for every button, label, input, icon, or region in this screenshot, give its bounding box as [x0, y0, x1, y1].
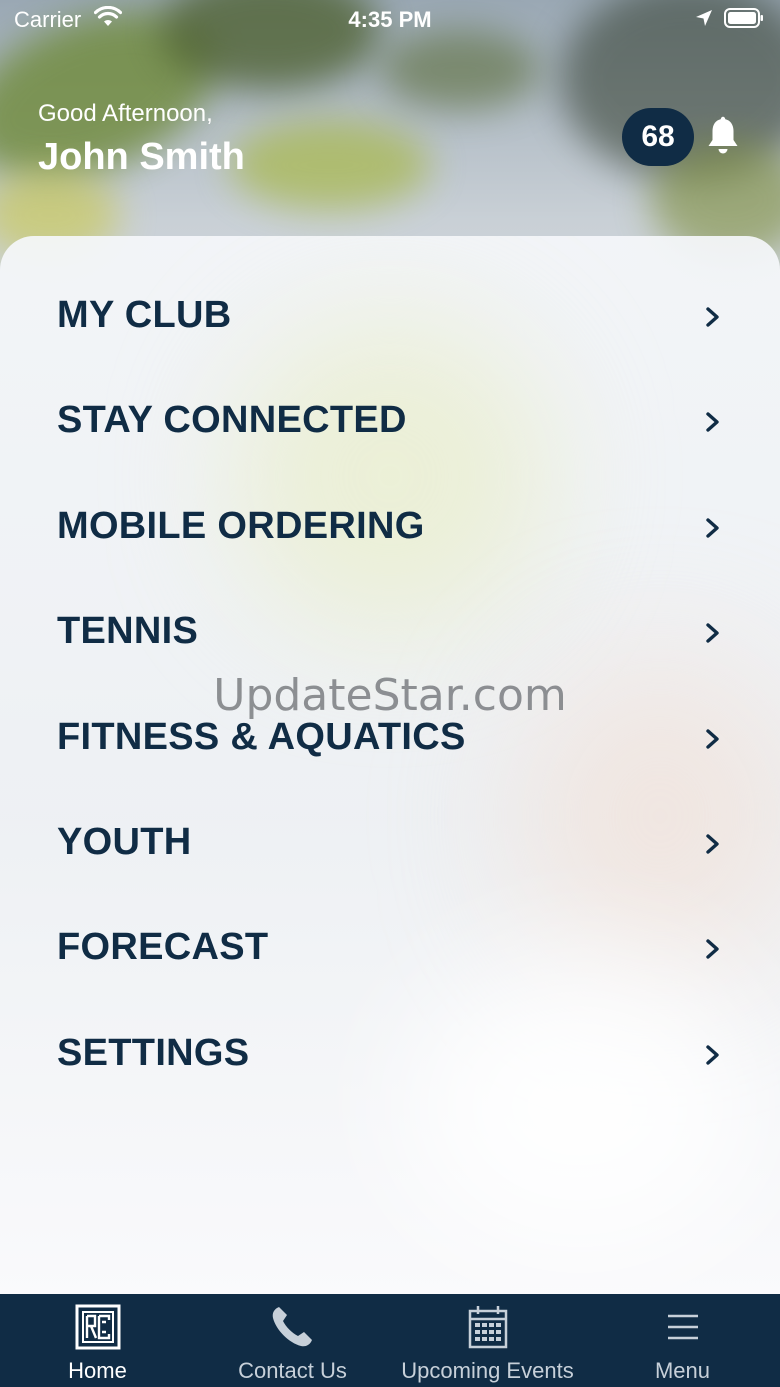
- chevron-right-icon: [706, 1045, 719, 1065]
- tab-upcoming-events[interactable]: Upcoming Events: [390, 1294, 585, 1387]
- notification-count-badge[interactable]: 68: [622, 108, 694, 166]
- chevron-right-icon: [706, 412, 719, 433]
- menu-item-label: STAY CONNECTED: [57, 399, 407, 442]
- club-logo-icon: [75, 1304, 120, 1350]
- menu-item-stay-connected[interactable]: STAY CONNECTED: [0, 369, 780, 474]
- menu-item-label: MY CLUB: [57, 294, 232, 336]
- menu-item-mobile-ordering[interactable]: MOBILE ORDERING: [0, 475, 780, 580]
- chevron-right-icon: [706, 307, 719, 327]
- calendar-icon: [468, 1306, 507, 1349]
- main-menu-panel: MY CLUB STAY CONNECTED MOBILE ORDERING T…: [0, 236, 780, 1294]
- tab-menu[interactable]: Menu: [585, 1294, 780, 1387]
- menu-item-forecast[interactable]: FORECAST: [0, 896, 780, 1001]
- chevron-right-icon: [706, 939, 719, 960]
- hamburger-menu-icon: [667, 1314, 698, 1340]
- menu-item-label: FITNESS & AQUATICS: [57, 715, 466, 758]
- chevron-right-icon: [706, 834, 719, 854]
- user-name: John Smith: [38, 136, 245, 178]
- chevron-right-icon: [706, 623, 719, 643]
- greeting-text: Good Afternoon,: [38, 100, 213, 127]
- menu-item-label: SETTINGS: [57, 1031, 250, 1074]
- tab-label: Contact Us: [238, 1358, 347, 1383]
- menu-item-settings[interactable]: SETTINGS: [0, 1002, 780, 1107]
- menu-item-label: FORECAST: [57, 926, 269, 969]
- tab-label: Menu: [654, 1358, 711, 1383]
- menu-item-youth[interactable]: YOUTH: [0, 791, 780, 896]
- tab-contact-us[interactable]: Contact Us: [195, 1294, 390, 1387]
- tab-label: Home: [68, 1358, 127, 1383]
- tab-home[interactable]: Home: [0, 1294, 195, 1387]
- bell-icon[interactable]: [706, 116, 740, 156]
- clock: 4:35 PM: [348, 7, 432, 32]
- chevron-right-icon: [706, 518, 719, 538]
- location-arrow-icon: [696, 10, 712, 26]
- watermark-text: UpdateStar.com: [213, 670, 567, 721]
- menu-item-label: MOBILE ORDERING: [57, 504, 425, 547]
- menu-item-my-club[interactable]: MY CLUB: [0, 264, 780, 369]
- menu-item-label: YOUTH: [57, 820, 192, 863]
- battery-icon: [724, 8, 763, 28]
- status-bar: Carrier 4:35 PM: [0, 0, 780, 40]
- bottom-tab-bar: Home Contact Us Upcoming Events Menu: [0, 1294, 780, 1387]
- phone-icon: [272, 1307, 312, 1347]
- menu-item-label: TENNIS: [57, 610, 199, 653]
- chevron-right-icon: [706, 728, 719, 749]
- tab-label: Upcoming Events: [401, 1358, 574, 1383]
